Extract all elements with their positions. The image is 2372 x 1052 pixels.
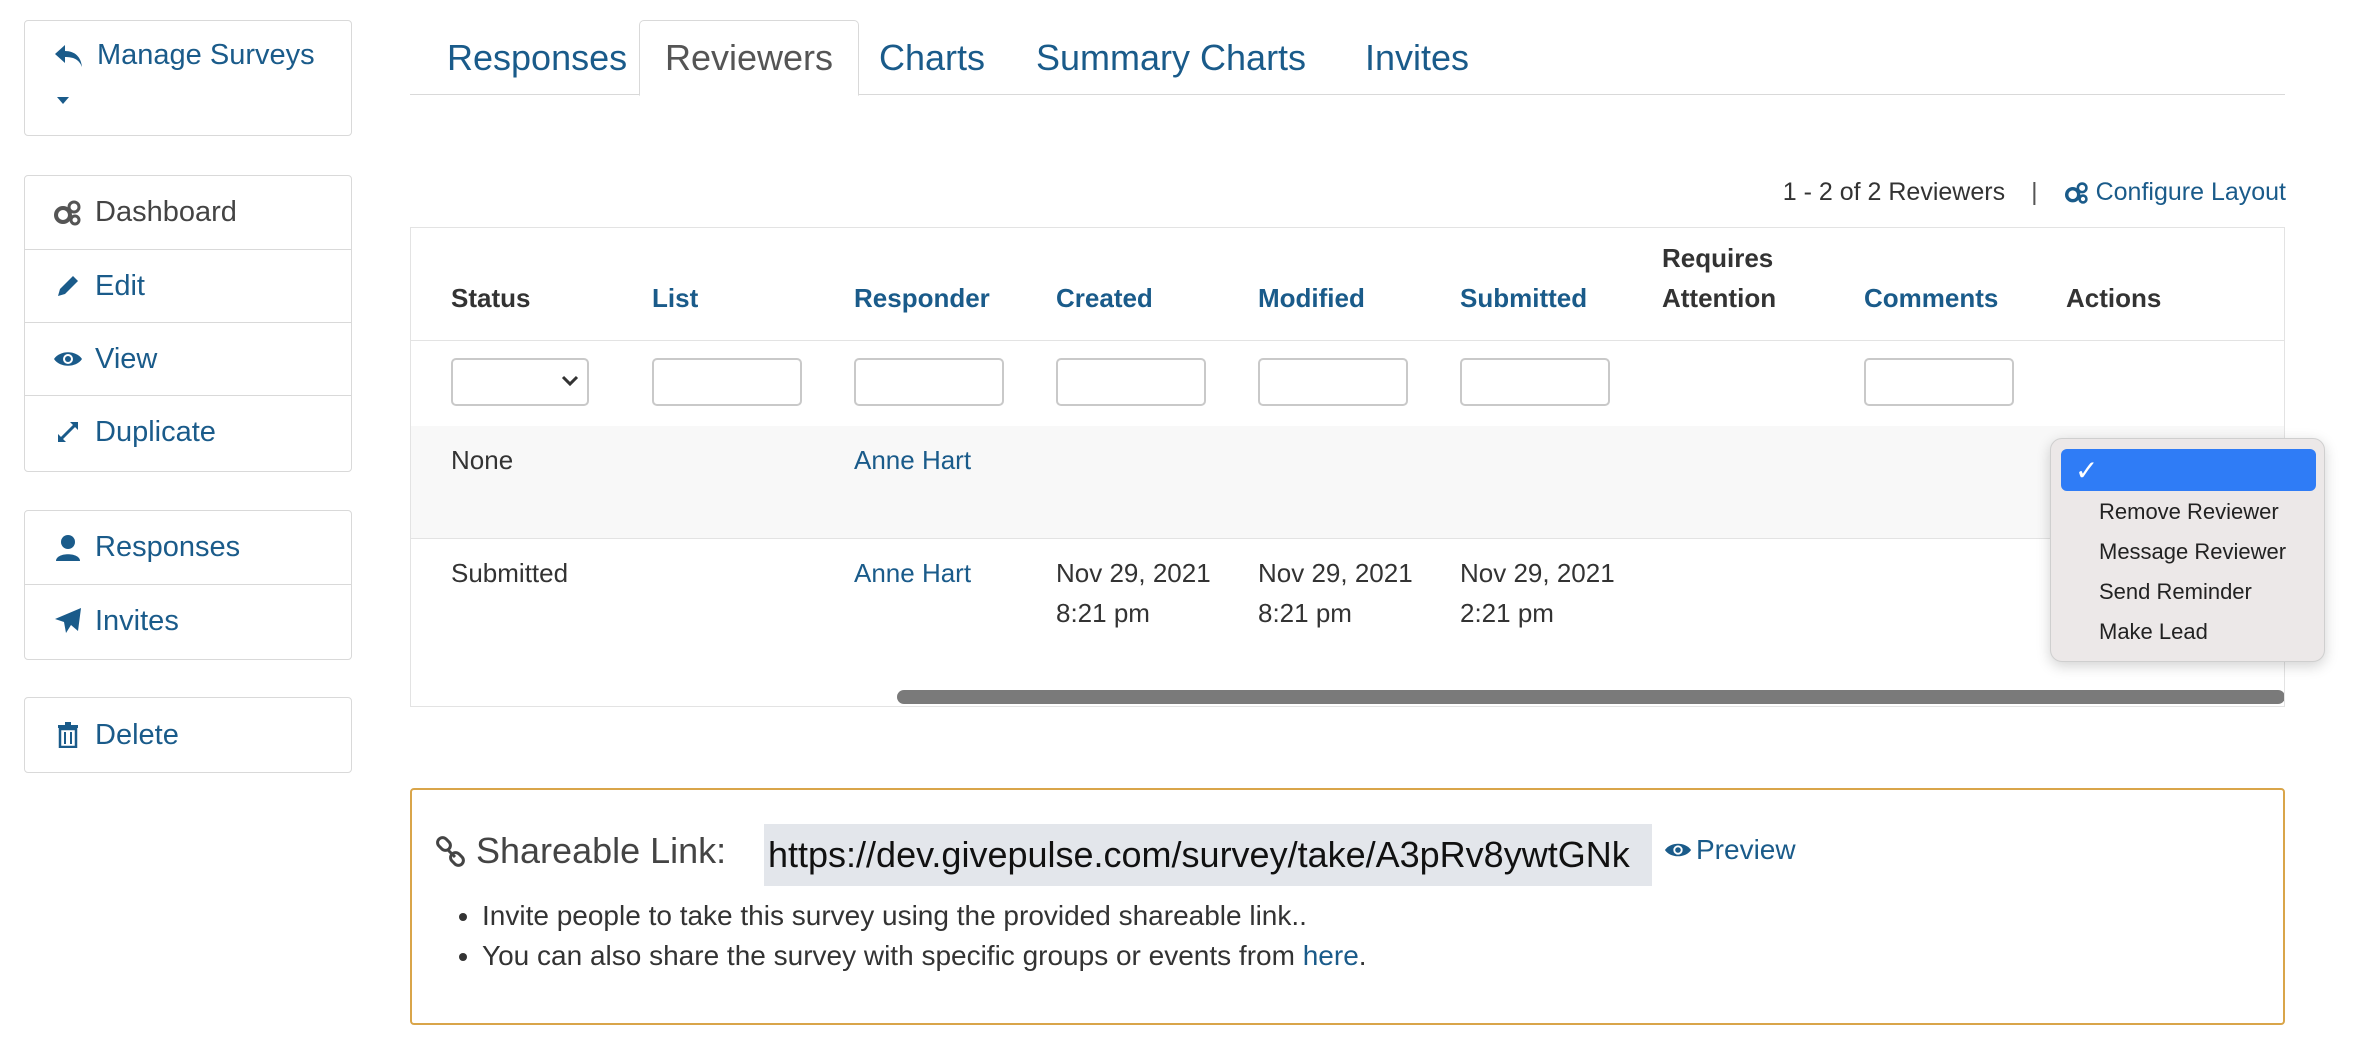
time-line: 8:21 pm [1056,598,1150,628]
date-line: Nov 29, 2021 [1460,558,1615,588]
status-cell: None [451,445,514,475]
date-line: Nov 29, 2021 [1258,558,1413,588]
column-header-responder[interactable]: Responder [854,278,990,318]
sidebar-group-delete: Delete [24,697,352,773]
user-icon [53,533,83,563]
column-header-status: Status [451,283,531,313]
reviewers-table: Status List Responder Created Modified S… [410,227,2285,707]
responder-filter-input[interactable] [854,358,1004,406]
sidebar-item-label: Dashboard [95,196,237,228]
expand-icon [53,417,83,447]
sidebar-group-nav: Responses Invites [24,510,352,660]
instruction-text: You can also share the survey with speci… [482,940,1303,971]
status-filter-select[interactable] [451,358,589,406]
responder-link[interactable]: Anne Hart [854,440,971,480]
menu-item-make-lead[interactable]: Make Lead [2099,619,2208,645]
table-meta: 1 - 2 of 2 Reviewers | Configure Layout [1783,178,2286,207]
configure-layout-link[interactable]: Configure Layout [2064,178,2286,207]
sidebar-item-label: Delete [95,718,179,751]
list-filter-input[interactable] [652,358,802,406]
column-header-comments[interactable]: Comments [1864,278,1998,318]
submitted-cell: Nov 29, 2021 2:21 pm [1460,553,1615,633]
instruction-end: . [1358,940,1367,971]
tab-responses[interactable]: Responses [422,20,652,95]
tab-summary-charts[interactable]: Summary Charts [1011,20,1331,95]
sidebar-item-delete[interactable]: Delete [25,698,351,772]
column-header-list[interactable]: List [652,278,698,318]
pencil-icon [53,271,83,301]
share-instructions: Invite people to take this survey using … [452,896,1367,976]
sidebar-item-edit[interactable]: Edit [25,249,351,322]
eye-icon [1664,840,1692,860]
table-row: None Anne Hart [411,426,2284,539]
sidebar-item-invites[interactable]: Invites [25,584,351,657]
header-divider [411,340,2284,341]
record-count: 1 - 2 of 2 Reviewers [1782,178,2006,206]
trash-icon [53,720,83,750]
created-cell: Nov 29, 2021 8:21 pm [1056,553,1211,633]
manage-surveys-label: Manage Surveys [97,39,315,71]
sidebar-item-view[interactable]: View [25,322,351,395]
column-header-modified[interactable]: Modified [1258,278,1365,318]
sidebar-item-responses[interactable]: Responses [25,511,351,584]
meta-separator: | [2031,178,2038,206]
preview-label: Preview [1696,834,1796,865]
date-line: Nov 29, 2021 [1056,558,1211,588]
check-icon: ✓ [2075,454,2099,486]
menu-item-message-reviewer[interactable]: Message Reviewer [2099,539,2286,565]
comments-filter-input[interactable] [1864,358,2014,406]
column-header-created[interactable]: Created [1056,278,1153,318]
shareable-link-url[interactable]: https://dev.givepulse.com/survey/take/A3… [764,824,1652,886]
sidebar-group-actions: Dashboard Edit View Duplicate [24,175,352,472]
manage-surveys-box[interactable]: Manage Surveys [24,20,352,136]
column-header-submitted[interactable]: Submitted [1460,278,1587,318]
eye-icon [53,344,83,374]
header-line: Requires [1662,243,1774,273]
horizontal-scrollbar[interactable] [897,690,2284,704]
menu-item-selected[interactable]: ✓ [2061,449,2316,491]
preview-link[interactable]: Preview [1664,834,1796,866]
sidebar-item-dashboard[interactable]: Dashboard [25,176,351,249]
tab-bar: Responses Reviewers Charts Summary Chart… [410,20,2285,96]
sidebar-item-label: Duplicate [95,415,216,448]
paper-plane-icon [53,606,83,636]
configure-layout-label: Configure Layout [2095,178,2286,206]
list-item: You can also share the survey with speci… [482,936,1367,976]
sidebar-item-label: View [95,342,158,375]
responder-link[interactable]: Anne Hart [854,553,971,593]
sidebar-item-label: Edit [95,269,145,302]
created-filter-input[interactable] [1056,358,1206,406]
modified-filter-input[interactable] [1258,358,1408,406]
modified-cell: Nov 29, 2021 8:21 pm [1258,553,1413,633]
sidebar-item-label: Invites [95,604,179,637]
actions-dropdown-menu: ✓ Remove Reviewer Message Reviewer Send … [2050,438,2325,662]
sidebar-item-label: Responses [95,531,241,563]
column-header-requires-attention: Requires Attention [1662,238,1776,318]
gears-icon [2064,181,2090,205]
time-line: 8:21 pm [1258,598,1352,628]
submitted-filter-input[interactable] [1460,358,1610,406]
gears-icon [53,198,83,228]
table-row: Submitted Anne Hart Nov 29, 2021 8:21 pm… [411,539,2284,679]
tab-invites[interactable]: Invites [1340,20,1494,95]
shareable-link-label: Shareable Link: [476,830,727,871]
column-header-actions: Actions [2066,283,2162,313]
header-line: Attention [1662,283,1777,313]
manage-surveys-link[interactable]: Manage Surveys [53,39,315,72]
here-link[interactable]: here [1303,940,1359,971]
tab-charts[interactable]: Charts [854,20,1010,95]
sidebar-item-duplicate[interactable]: Duplicate [25,395,351,468]
tab-reviewers[interactable]: Reviewers [639,20,860,96]
list-item: Invite people to take this survey using … [482,896,1367,936]
time-line: 2:21 pm [1460,598,1554,628]
status-cell: Submitted [451,558,569,588]
menu-item-remove-reviewer[interactable]: Remove Reviewer [2099,499,2279,525]
shareable-link-panel: Shareable Link: https://dev.givepulse.co… [410,788,2285,1025]
menu-item-send-reminder[interactable]: Send Reminder [2099,579,2252,605]
caret-down-icon[interactable] [55,93,71,111]
reply-icon [53,41,85,71]
chevron-down-icon [561,374,579,393]
link-icon [434,836,468,875]
